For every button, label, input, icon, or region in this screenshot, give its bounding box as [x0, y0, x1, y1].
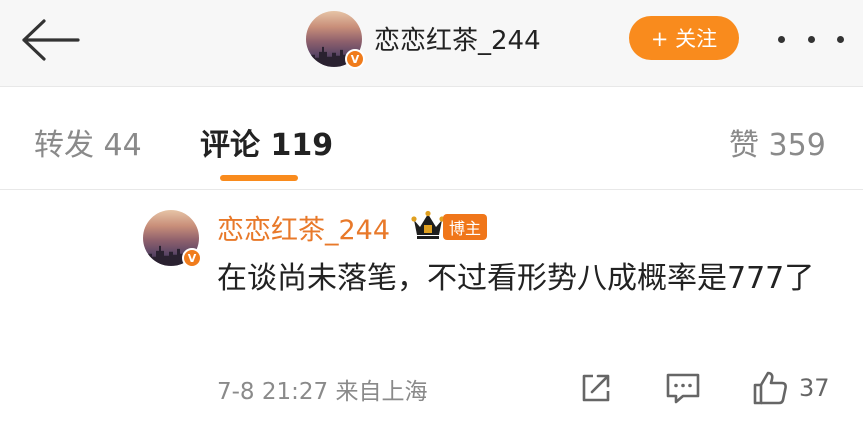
back-button[interactable]	[18, 18, 82, 62]
comment-username[interactable]: 恋恋红茶_244	[217, 208, 390, 247]
tab-comments[interactable]: 评论 119	[200, 120, 333, 164]
comment-time-source: 7-8 21:27 来自上海	[217, 379, 428, 405]
blogger-badge: 博主	[443, 214, 488, 240]
verified-badge: V	[182, 248, 202, 268]
crown-icon	[411, 210, 445, 240]
more-dots-icon	[778, 35, 785, 43]
comment-avatar[interactable]: V	[143, 210, 202, 268]
top-nav-bar: V 恋恋红茶_244 + 关注	[0, 0, 863, 86]
like-button[interactable]: 37	[751, 368, 843, 408]
tab-repost[interactable]: 转发 44	[34, 120, 142, 164]
active-tab-indicator	[220, 175, 298, 181]
header-divider	[0, 86, 863, 87]
reply-button[interactable]	[664, 368, 704, 408]
comment-text: 在谈尚未落笔，不过看形势八成概率是777了	[217, 261, 815, 296]
tab-likes[interactable]: 赞 359	[729, 120, 826, 164]
like-count: 37	[799, 374, 830, 402]
follow-button[interactable]: + 关注	[629, 16, 739, 60]
like-icon	[753, 371, 787, 405]
more-button[interactable]	[778, 24, 844, 54]
arrow-left-icon	[22, 19, 80, 61]
reply-icon	[666, 373, 700, 404]
author-avatar[interactable]: V	[306, 11, 365, 69]
share-icon	[582, 374, 610, 402]
author-name[interactable]: 恋恋红茶_244	[374, 20, 541, 57]
tabs-divider	[0, 189, 863, 190]
share-button[interactable]	[578, 368, 616, 408]
verified-badge: V	[345, 49, 365, 69]
